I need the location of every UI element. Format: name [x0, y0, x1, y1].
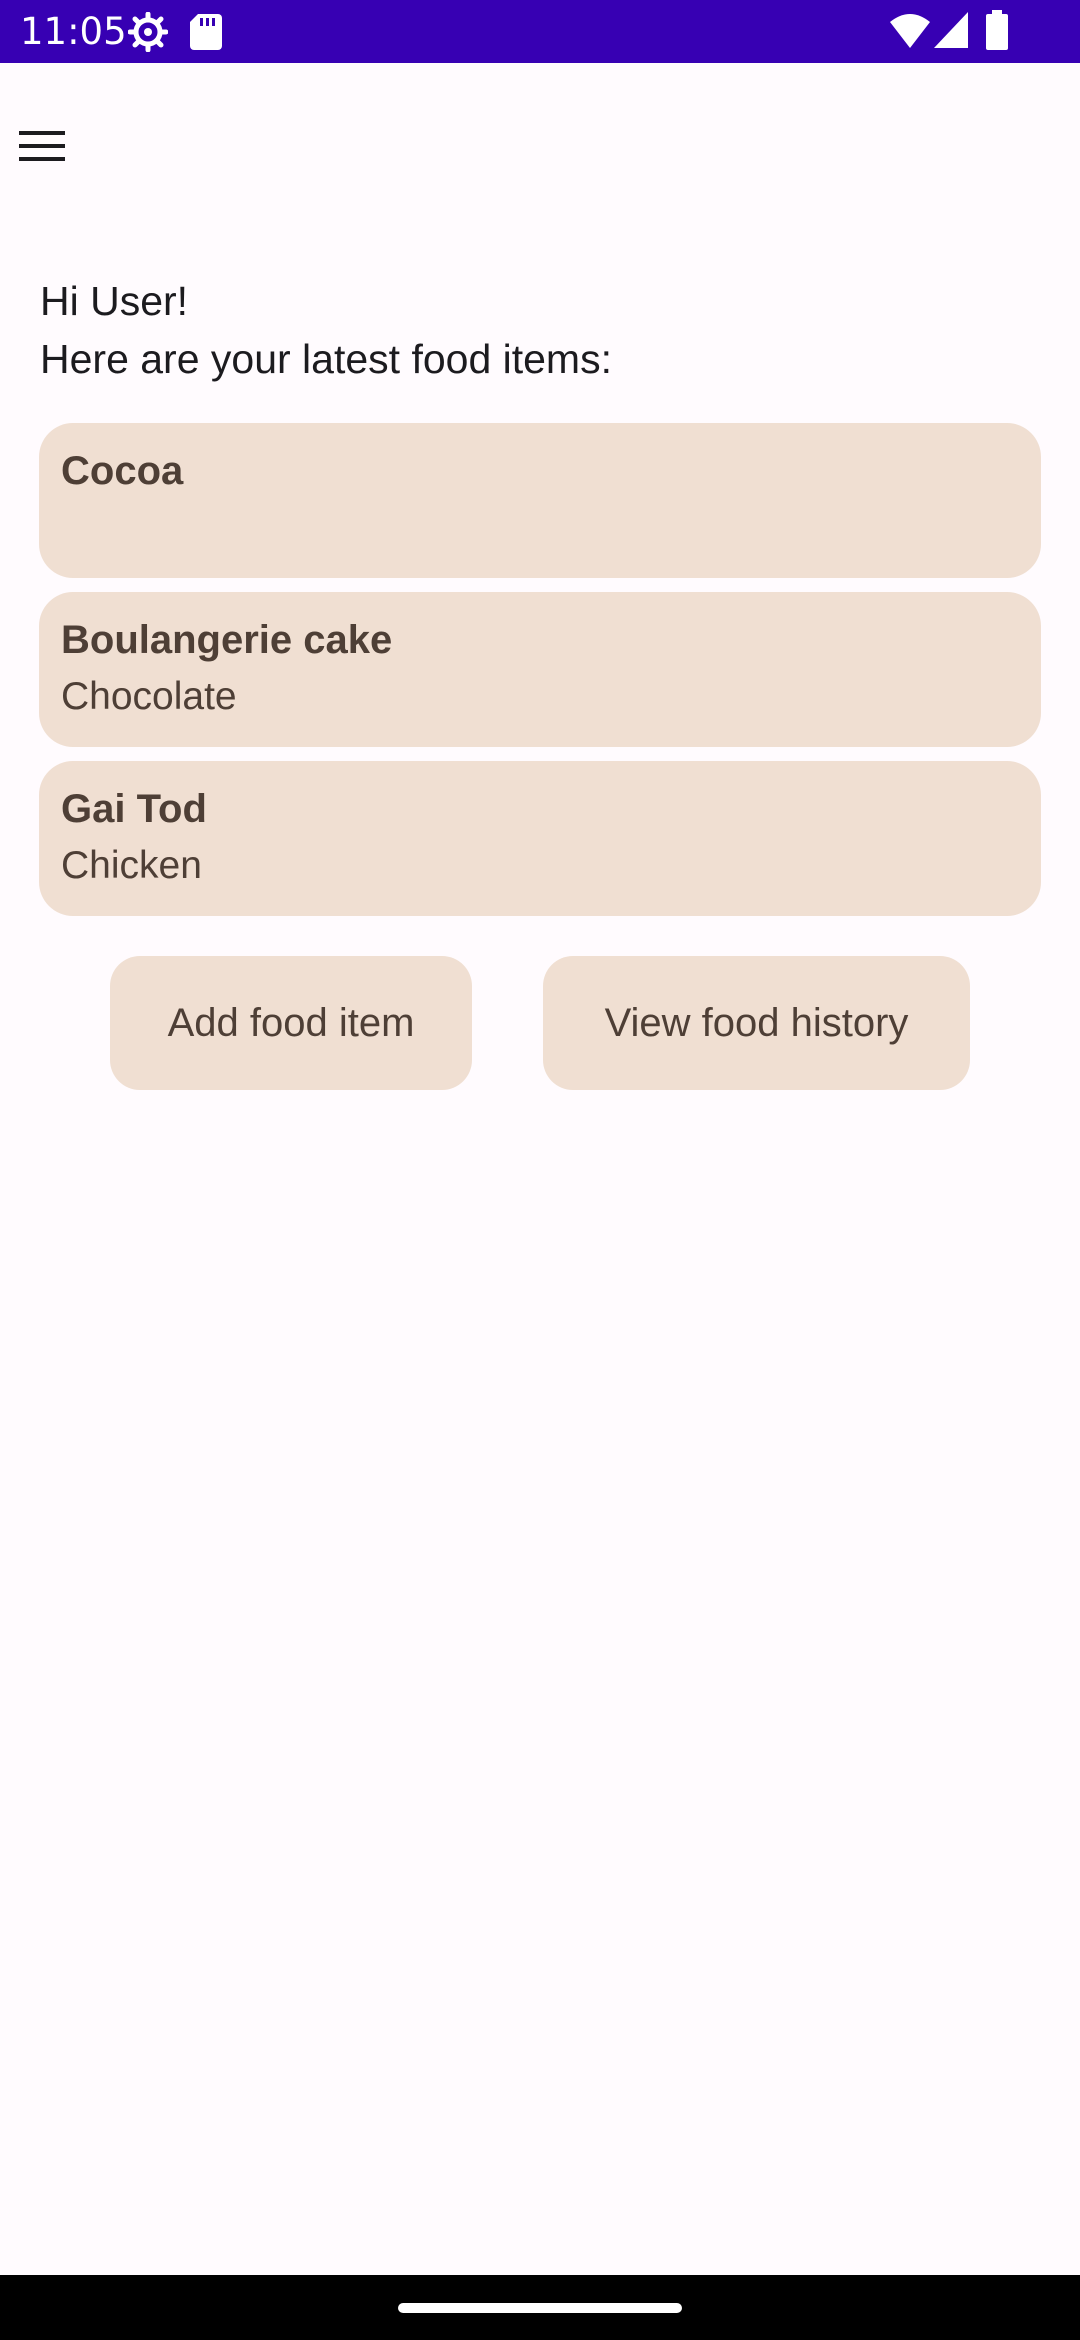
- sd-card-icon: [190, 14, 222, 55]
- food-item-name: Boulangerie cake: [61, 618, 393, 662]
- food-item-detail: Chicken: [61, 844, 202, 887]
- greeting-line-2: Here are your latest food items:: [40, 336, 612, 382]
- view-food-history-button[interactable]: View food history: [543, 956, 970, 1090]
- food-item-name: Gai Tod: [61, 787, 207, 831]
- status-time: 11:05: [20, 10, 127, 53]
- navigation-bar: [0, 2275, 1080, 2340]
- hamburger-menu-icon: [17, 128, 67, 169]
- greeting-line-1: Hi User!: [40, 278, 189, 324]
- food-item-detail: Chocolate: [61, 675, 237, 718]
- food-item-card[interactable]: Gai Tod Chicken: [39, 761, 1041, 916]
- food-item-card[interactable]: Cocoa: [39, 423, 1041, 578]
- home-gesture-handle[interactable]: [398, 2303, 682, 2313]
- food-item-card[interactable]: Boulangerie cake Chocolate: [39, 592, 1041, 747]
- menu-button[interactable]: [10, 120, 74, 176]
- greeting-text: Hi User! Here are your latest food items…: [40, 272, 612, 388]
- signal-icon: [934, 12, 968, 53]
- add-food-item-button[interactable]: Add food item: [110, 956, 472, 1090]
- wifi-icon: [890, 14, 930, 53]
- settings-icon: [127, 11, 169, 57]
- food-item-name: Cocoa: [61, 449, 184, 493]
- battery-icon: [986, 10, 1008, 55]
- status-bar: 11:05: [0, 0, 1080, 63]
